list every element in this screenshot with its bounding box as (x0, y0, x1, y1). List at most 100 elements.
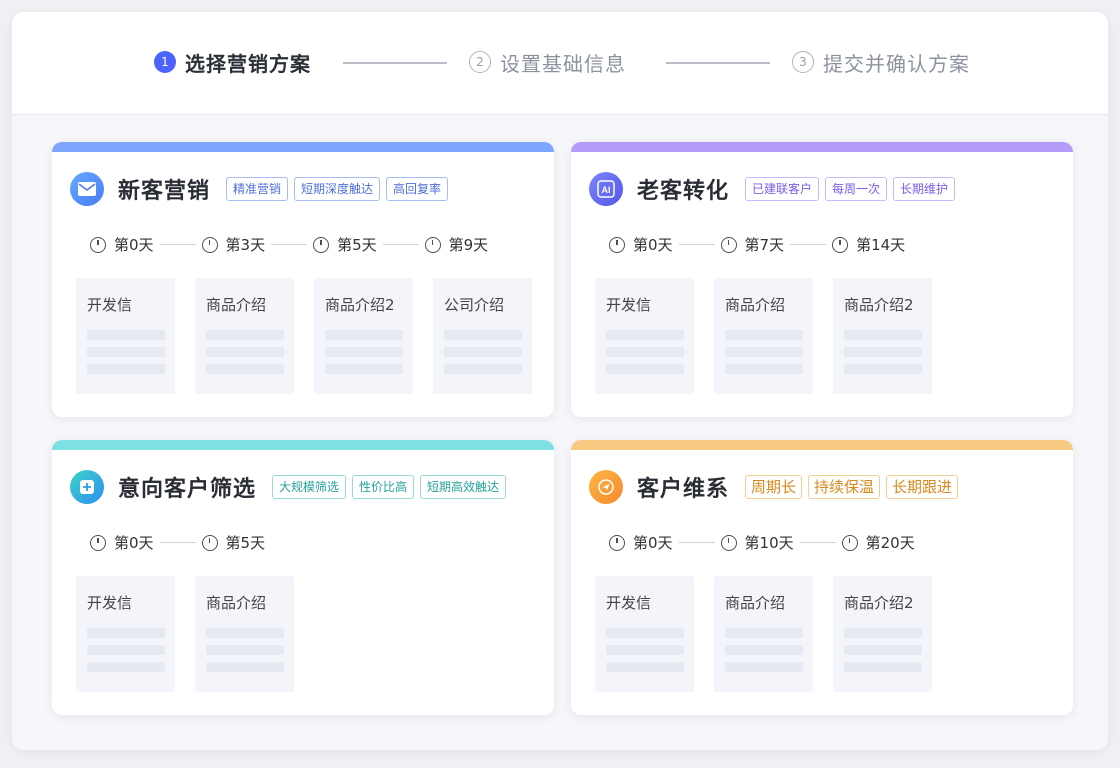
clock-icon (201, 236, 218, 253)
step-label: 提交并确认方案 (823, 51, 970, 76)
svg-text:AI: AI (602, 185, 611, 195)
tile-title: 商品介绍2 (844, 594, 914, 612)
timeline-connector (159, 244, 196, 245)
step-connector (666, 62, 770, 64)
card-title: 客户维系 (637, 477, 730, 502)
tile-title: 商品介绍 (725, 594, 786, 612)
step-number: 1 (154, 51, 176, 73)
timeline-day: 第10天 (744, 534, 794, 552)
tile-title: 开发信 (87, 594, 133, 612)
email-tile: 商品介绍2 (314, 278, 413, 394)
plan-card-customer-retention[interactable]: 客户维系 周期长 持续保温 长期跟进 第0天 第10天 第20天 开发信 商品介… (571, 440, 1073, 715)
tile-title: 开发信 (606, 296, 652, 314)
email-tile: 商品介绍2 (833, 576, 932, 692)
clock-icon (424, 236, 441, 253)
card-tag: 周期长 (745, 475, 803, 499)
plan-card-lead-screening[interactable]: 意向客户筛选 大规模筛选 性价比高 短期高效触达 第0天 第5天 开发信 商品介… (52, 440, 554, 715)
card-tag: 长期维护 (893, 177, 956, 201)
timeline: 第0天 第7天 第14天 (609, 234, 905, 255)
step-number: 3 (792, 51, 814, 73)
clock-icon (832, 236, 849, 253)
step-2[interactable]: 2 设置基础信息 (469, 48, 626, 76)
card-accent-bar (52, 142, 554, 152)
email-tile: 公司介绍 (433, 278, 532, 394)
mail-icon (70, 172, 104, 206)
timeline-day: 第20天 (865, 534, 915, 552)
timeline-day: 第0天 (633, 534, 673, 552)
email-tile: 商品介绍 (195, 576, 294, 692)
tile-title: 开发信 (87, 296, 133, 314)
email-tile: 开发信 (76, 278, 175, 394)
timeline-connector (678, 542, 715, 543)
card-tag: 每周一次 (825, 177, 888, 201)
plan-selection-panel: 1 选择营销方案 2 设置基础信息 3 提交并确认方案 新客营销 精准营销 短期… (12, 12, 1108, 750)
timeline-connector (382, 244, 419, 245)
clock-icon (609, 236, 625, 253)
card-title: 老客转化 (637, 179, 730, 204)
email-tile: 商品介绍 (195, 278, 294, 394)
timeline-day: 第14天 (856, 236, 906, 254)
step-label: 设置基础信息 (500, 51, 626, 76)
card-tag: 大规模筛选 (272, 475, 347, 499)
email-tiles: 开发信 商品介绍 商品介绍2 公司介绍 (76, 278, 532, 394)
card-tag: 长期跟进 (886, 475, 959, 499)
email-tiles: 开发信 商品介绍 商品介绍2 (595, 576, 952, 692)
step-label: 选择营销方案 (185, 51, 311, 76)
plan-card-new-customer[interactable]: 新客营销 精准营销 短期深度触达 高回复率 第0天 第3天 第5天 第9天 开发… (52, 142, 554, 417)
timeline-connector (159, 542, 196, 543)
card-tag: 精准营销 (226, 177, 289, 201)
email-tile: 开发信 (595, 278, 694, 394)
timeline-connector (790, 244, 827, 245)
step-1[interactable]: 1 选择营销方案 (154, 48, 311, 76)
card-title: 新客营销 (118, 179, 211, 204)
email-tile: 商品介绍 (714, 576, 813, 692)
card-tag: 高回复率 (386, 177, 449, 201)
card-accent-bar (571, 440, 1073, 450)
steps-bar: 1 选择营销方案 2 设置基础信息 3 提交并确认方案 (12, 12, 1108, 115)
plan-card-old-customer[interactable]: AI 老客转化 已建联客户 每周一次 长期维护 第0天 第7天 第14天 开发信… (571, 142, 1073, 417)
timeline-connector (678, 244, 715, 245)
card-title: 意向客户筛选 (118, 477, 257, 502)
email-tiles: 开发信 商品介绍 商品介绍2 (595, 278, 952, 394)
card-tag: 已建联客户 (745, 177, 820, 201)
card-accent-bar (571, 142, 1073, 152)
step-connector (343, 62, 447, 64)
email-tile: 商品介绍 (714, 278, 813, 394)
send-icon (589, 470, 623, 504)
step-3[interactable]: 3 提交并确认方案 (792, 48, 970, 76)
tile-title: 商品介绍 (725, 296, 786, 314)
timeline-connector (271, 244, 308, 245)
tile-title: 商品介绍 (206, 296, 267, 314)
card-tag: 短期高效触达 (420, 475, 507, 499)
card-tag: 性价比高 (352, 475, 415, 499)
ai-icon: AI (589, 172, 623, 206)
timeline: 第0天 第3天 第5天 第9天 (90, 234, 488, 255)
timeline-day: 第7天 (744, 236, 785, 254)
clock-icon (90, 534, 106, 551)
email-tile: 商品介绍2 (833, 278, 932, 394)
tile-title: 公司介绍 (444, 296, 505, 314)
email-tiles: 开发信 商品介绍 (76, 576, 314, 692)
timeline-day: 第0天 (633, 236, 673, 254)
clock-icon (720, 534, 737, 551)
tile-title: 开发信 (606, 594, 652, 612)
clock-icon (609, 534, 625, 551)
email-tile: 开发信 (595, 576, 694, 692)
clock-icon (201, 534, 218, 551)
timeline-day: 第0天 (114, 236, 154, 254)
clock-icon (841, 534, 858, 551)
timeline-day: 第3天 (225, 236, 266, 254)
clock-icon (720, 236, 737, 253)
card-tag: 持续保温 (808, 475, 881, 499)
timeline-day: 第5天 (337, 236, 377, 254)
timeline-day: 第5天 (225, 534, 266, 552)
tile-title: 商品介绍2 (325, 296, 395, 314)
card-tag: 短期深度触达 (294, 177, 381, 201)
timeline: 第0天 第5天 (90, 532, 265, 553)
email-tile: 开发信 (76, 576, 175, 692)
step-number: 2 (469, 51, 491, 73)
timeline-day: 第9天 (448, 236, 489, 254)
card-accent-bar (52, 440, 554, 450)
clock-icon (90, 236, 106, 253)
tile-title: 商品介绍2 (844, 296, 914, 314)
